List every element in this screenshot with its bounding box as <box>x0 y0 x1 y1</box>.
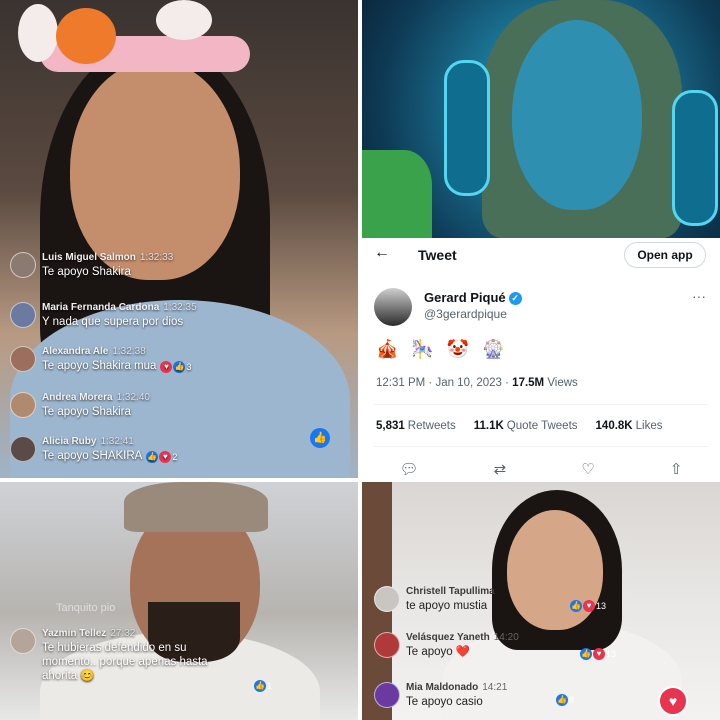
music-video-still <box>362 0 720 238</box>
like-icon: 👍 <box>146 451 159 463</box>
avatar <box>10 436 36 462</box>
retweets-stat[interactable]: 5,831 Retweets <box>376 420 456 432</box>
comment: Christell Tapullima te apoyo mustia <box>374 586 495 613</box>
avatar <box>10 302 36 328</box>
likes-stat[interactable]: 140.8K Likes <box>596 420 663 432</box>
comment-text: Te apoyo Shakira mua ♥ 👍 3 <box>42 360 192 374</box>
comment-text: Y nada que supera por dios <box>42 316 184 328</box>
heart-icon: ♥ <box>593 648 605 660</box>
divider <box>374 404 708 405</box>
share-icon[interactable]: ⇧ <box>670 460 683 478</box>
reply-icon[interactable]: 💬︎ <box>400 460 419 478</box>
headband-ear-left <box>18 4 58 62</box>
headband-ear-right <box>156 0 212 40</box>
comment-text: te apoyo mustia <box>406 600 488 612</box>
back-arrow-icon[interactable]: ← <box>374 244 390 262</box>
tweet-panel: ← Tweet Open app Gerard Piqué ✓ @3gerardp… <box>362 0 720 478</box>
reaction-count[interactable]: 👍 8 <box>556 694 574 706</box>
tweet-text: 🎪 🎠 🤡 🎡 <box>376 339 509 359</box>
reaction-count[interactable]: 👍 ♥ 2 <box>146 450 177 464</box>
streamer-face <box>70 60 240 280</box>
comment: Maria Fernanda Cardona 1:32:35 Y nada que… <box>10 302 197 329</box>
comment-author[interactable]: Christell Tapullima <box>406 586 495 597</box>
comment-author[interactable]: Alicia Ruby 1:32:41 <box>42 436 177 447</box>
comment: Luis Miguel Salmon 1:32:33 Te apoyo Shaki… <box>10 252 173 279</box>
live-stream-panel-1: Luis Miguel Salmon 1:32:33 Te apoyo Shaki… <box>0 0 358 478</box>
divider <box>374 446 708 447</box>
verified-badge-icon: ✓ <box>508 292 522 306</box>
comment-text: Te apoyo casio <box>406 696 483 708</box>
retweet-icon[interactable]: ⇄ <box>494 460 507 478</box>
live-stream-panel-3: Christell Tapullima te apoyo mustia 👍 ♥ 13… <box>362 482 720 720</box>
love-reaction-icon[interactable]: ♥ <box>658 686 688 716</box>
like-icon: 👍 <box>580 648 592 660</box>
like-icon: 👍 <box>570 600 582 612</box>
like-icon: 👍 <box>254 680 266 692</box>
like-icon[interactable]: ♡ <box>581 460 594 478</box>
comment-author[interactable]: Yazmin Tellez 27:32 <box>42 628 242 639</box>
heart-icon: ♥ <box>159 451 172 463</box>
headphone-left <box>444 60 490 196</box>
green-sleeve <box>362 150 432 238</box>
avatar <box>374 682 400 708</box>
user-handle[interactable]: @3gerardpique <box>424 307 507 321</box>
comment: Mia Maldonado 14:21 Te apoyo casio <box>374 682 507 709</box>
headphone-right <box>672 90 718 226</box>
comment-author[interactable]: Velásquez Yaneth 14:20 <box>406 632 519 643</box>
reaction-count[interactable]: 👍 1 <box>254 680 272 692</box>
avatar <box>10 252 36 278</box>
tweet-actions: 💬︎ ⇄ ♡ ⇧ <box>362 460 720 478</box>
comment-author[interactable]: Mia Maldonado 14:21 <box>406 682 507 693</box>
avatar <box>10 346 36 372</box>
like-reaction-icon[interactable]: 👍 <box>310 428 330 448</box>
comment: Velásquez Yaneth 14:20 Te apoyo ❤️ <box>374 632 519 659</box>
avatar <box>374 586 400 612</box>
tweet-meta: 12:31 PM · Jan 10, 2023 · 17.5M Views <box>376 377 578 389</box>
like-icon: 👍 <box>173 361 186 373</box>
avatar <box>10 392 36 418</box>
heart-icon: ♥ <box>583 600 595 612</box>
display-name[interactable]: Gerard Piqué ✓ <box>424 290 522 306</box>
reaction-count[interactable]: 👍 ♥ 13 <box>570 600 606 612</box>
comment: Alicia Ruby 1:32:41 Te apoyo SHAKIRA 👍 ♥ 2 <box>10 436 177 464</box>
comment: Alexandra Ale 1:32:38 Te apoyo Shakira mu… <box>10 346 191 374</box>
avatar[interactable] <box>374 288 412 326</box>
streamer-face <box>507 510 603 630</box>
watermark: Tanquito pio <box>56 602 116 614</box>
comment-author[interactable]: Luis Miguel Salmon 1:32:33 <box>42 252 173 263</box>
tweet-header: ← Tweet Open app <box>362 238 720 272</box>
comment-text: Te hubieras defendido en su momento.. po… <box>42 642 208 682</box>
quote-tweets-stat[interactable]: 11.1K Quote Tweets <box>474 420 578 432</box>
like-icon: 👍 <box>556 694 568 706</box>
comment-text: Te apoyo Shakira <box>42 406 131 418</box>
more-options-icon[interactable]: ··· <box>692 288 706 304</box>
tweet-card: ← Tweet Open app Gerard Piqué ✓ @3gerardp… <box>362 238 720 478</box>
comment-author[interactable]: Andrea Morera 1:32:40 <box>42 392 150 403</box>
comment-text: Te apoyo SHAKIRA 👍 ♥ 2 <box>42 450 178 464</box>
tweet-header-title: Tweet <box>418 247 457 263</box>
comment-text: Te apoyo Shakira <box>42 266 131 278</box>
comment: Andrea Morera 1:32:40 Te apoyo Shakira <box>10 392 150 419</box>
avatar <box>374 632 400 658</box>
heart-icon: ♥ <box>160 361 173 373</box>
comment: Yazmin Tellez 27:32 Te hubieras defendido… <box>10 628 260 683</box>
carrot-ornament <box>56 8 116 64</box>
open-app-button[interactable]: Open app <box>624 242 706 268</box>
comment-author[interactable]: Maria Fernanda Cardona 1:32:35 <box>42 302 197 313</box>
singer-face <box>512 20 642 210</box>
cap <box>124 482 268 532</box>
comment-text: Te apoyo ❤️ <box>406 646 471 658</box>
live-stream-panel-2: Tanquito pio Yazmin Tellez 27:32 Te hubie… <box>0 482 358 720</box>
avatar <box>10 628 36 654</box>
reaction-count[interactable]: 👍 ♥ 13 <box>580 648 616 660</box>
comment-author[interactable]: Alexandra Ale 1:32:38 <box>42 346 191 357</box>
reaction-count[interactable]: ♥ 👍 3 <box>160 360 191 374</box>
tweet-stats: 5,831 Retweets 11.1K Quote Tweets 140.8K Li… <box>376 420 662 432</box>
